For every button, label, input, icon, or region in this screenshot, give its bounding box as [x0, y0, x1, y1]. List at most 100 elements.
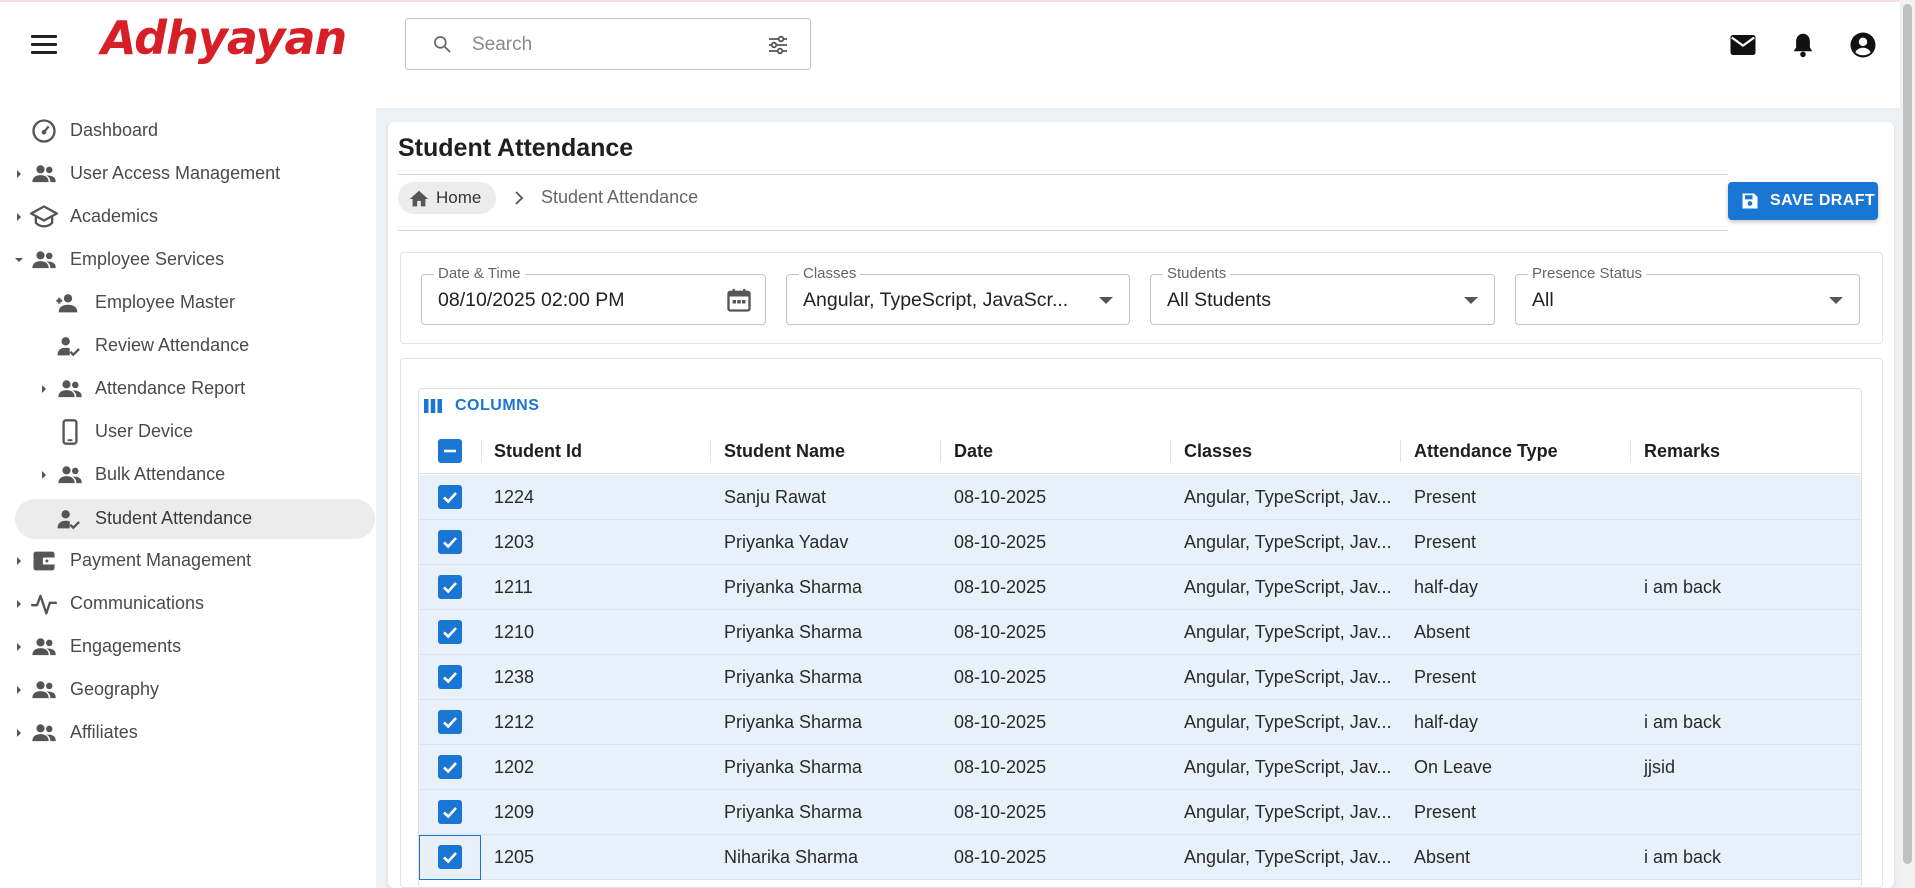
sidebar-item-attendance-report[interactable]: Attendance Report: [0, 369, 370, 409]
sidebar-item-bulk-attendance[interactable]: Bulk Attendance: [0, 455, 370, 495]
cell-classes: Angular, TypeScript, Jav...: [1184, 532, 1392, 552]
page-scrollbar[interactable]: [1900, 0, 1915, 888]
cell-student-id: 1203: [494, 532, 535, 552]
breadcrumb-current: Student Attendance: [541, 187, 699, 207]
sidebar-item-label: Communications: [70, 593, 205, 613]
cell-attendance-type: Present: [1414, 532, 1477, 552]
sidebar-item-review-attendance[interactable]: Review Attendance: [0, 326, 370, 366]
row-checkbox[interactable]: [438, 485, 462, 509]
presence-status-select[interactable]: Presence Status All: [1515, 265, 1860, 325]
header-attendance-type[interactable]: Attendance Type: [1414, 428, 1558, 474]
header-date[interactable]: Date: [954, 428, 993, 474]
column-separator[interactable]: [710, 440, 711, 462]
table-row[interactable]: 1211 Priyanka Sharma 08-10-2025 Angular, Ty…: [419, 565, 1861, 610]
people-icon: [32, 724, 56, 742]
datetime-field[interactable]: Date & Time 08/10/2025 02:00 PM: [421, 265, 766, 325]
sidebar-item-employee-master[interactable]: Employee Master: [0, 283, 370, 323]
save-draft-button[interactable]: SAVE DRAFT: [1728, 182, 1878, 220]
sidebar-item-geography[interactable]: Geography: [0, 670, 370, 710]
sidebar-item-affiliates[interactable]: Affiliates: [0, 713, 370, 753]
cell-student-name: Priyanka Sharma: [724, 577, 863, 597]
cell-student-name: Priyanka Sharma: [724, 667, 863, 687]
app-header: Adhyayan: [0, 2, 1915, 84]
column-separator[interactable]: [1400, 440, 1401, 462]
table-row[interactable]: 1209 Priyanka Sharma 08-10-2025 Angular, Ty…: [419, 790, 1861, 835]
people-icon: [58, 466, 82, 484]
classes-select[interactable]: Classes Angular, TypeScript, JavaScr...: [786, 265, 1130, 325]
column-separator: [481, 440, 482, 462]
header-remarks[interactable]: Remarks: [1644, 428, 1720, 474]
cell-student-name: Sanju Rawat: [724, 487, 827, 507]
account-icon[interactable]: [1848, 30, 1878, 60]
checkmark-icon: [443, 852, 457, 864]
header-student-id[interactable]: Student Id: [494, 428, 582, 474]
caret-down-icon: [15, 258, 23, 262]
search-input[interactable]: [472, 31, 752, 59]
sidebar-item-label: User Access Management: [70, 163, 281, 183]
cell-date: 08-10-2025: [954, 667, 1047, 687]
students-select[interactable]: Students All Students: [1150, 265, 1495, 325]
calendar-icon[interactable]: [725, 286, 753, 314]
cell-classes: Angular, TypeScript, Jav...: [1184, 487, 1392, 507]
sidebar-item-employee-services[interactable]: Employee Services: [0, 240, 370, 280]
presence-status-label: Presence Status: [1528, 265, 1647, 282]
sidebar-item-label: Student Attendance: [95, 508, 253, 528]
row-checkbox[interactable]: [438, 665, 462, 689]
breadcrumb-home[interactable]: Home: [398, 182, 496, 214]
person-add-icon: [56, 294, 78, 313]
filter-settings-icon[interactable]: [766, 33, 790, 57]
sidebar-item-communications[interactable]: Communications: [0, 584, 370, 624]
caret-right-icon: [17, 213, 21, 221]
row-checkbox[interactable]: [438, 845, 462, 869]
sidebar-item-payment-management[interactable]: Payment Management: [0, 541, 370, 581]
sidebar-item-label: Affiliates: [70, 722, 138, 742]
sidebar-item-label: Review Attendance: [95, 335, 250, 355]
column-separator[interactable]: [1630, 440, 1631, 462]
menu-icon[interactable]: [31, 35, 57, 55]
header-student-name[interactable]: Student Name: [724, 428, 845, 474]
search-icon: [434, 36, 451, 53]
app-logo[interactable]: Adhyayan: [101, 8, 347, 68]
row-checkbox[interactable]: [438, 575, 462, 599]
row-checkbox[interactable]: [438, 620, 462, 644]
column-separator[interactable]: [940, 440, 941, 462]
row-checkbox[interactable]: [438, 800, 462, 824]
table-row[interactable]: 1224 Sanju Rawat 08-10-2025 Angular, TypeSc…: [419, 475, 1861, 520]
row-checkbox[interactable]: [438, 710, 462, 734]
columns-button[interactable]: COLUMNS: [422, 396, 542, 418]
column-separator[interactable]: [1170, 440, 1171, 462]
cell-attendance-type: half-day: [1414, 577, 1479, 597]
header-classes[interactable]: Classes: [1184, 428, 1252, 474]
people-icon: [32, 681, 56, 699]
table-row[interactable]: 1238 Priyanka Sharma 08-10-2025 Angular, Ty…: [419, 655, 1861, 700]
row-checkbox[interactable]: [438, 755, 462, 779]
bell-icon[interactable]: [1788, 30, 1818, 60]
cell-student-id: 1211: [494, 577, 533, 597]
scrollbar-thumb[interactable]: [1903, 4, 1912, 864]
sidebar: Dashboard User Access Management Academi…: [0, 84, 376, 888]
sidebar-item-label: Employee Services: [70, 249, 225, 269]
sidebar-item-dashboard[interactable]: Dashboard: [0, 111, 370, 151]
cell-attendance-type: Absent: [1414, 622, 1471, 642]
table-row[interactable]: 1202 Priyanka Sharma 08-10-2025 Angular, Ty…: [419, 745, 1861, 790]
table-row[interactable]: 1212 Priyanka Sharma 08-10-2025 Angular, Ty…: [419, 700, 1861, 745]
sidebar-item-user-access-management[interactable]: User Access Management: [0, 154, 370, 194]
table-row[interactable]: 1205 Niharika Sharma 08-10-2025 Angular, Ty…: [419, 835, 1861, 880]
table-row[interactable]: 1203 Priyanka Yadav 08-10-2025 Angular, Typ…: [419, 520, 1861, 565]
home-icon: [409, 190, 429, 207]
sidebar-item-user-device[interactable]: User Device: [0, 412, 370, 452]
sidebar-item-engagements[interactable]: Engagements: [0, 627, 370, 667]
caret-right-icon: [17, 686, 21, 694]
caret-right-icon: [17, 600, 21, 608]
select-all-checkbox[interactable]: [438, 439, 462, 463]
table-row[interactable]: 1210 Priyanka Sharma 08-10-2025 Angular, Ty…: [419, 610, 1861, 655]
mail-icon[interactable]: [1728, 30, 1758, 60]
sidebar-item-label: Geography: [70, 679, 160, 699]
checkmark-icon: [443, 492, 457, 504]
checkmark-icon: [443, 627, 457, 639]
sidebar-item-academics[interactable]: Academics: [0, 197, 370, 237]
cell-attendance-type: On Leave: [1414, 757, 1493, 777]
row-checkbox[interactable]: [438, 530, 462, 554]
dropdown-arrow-icon: [1464, 297, 1478, 304]
sidebar-item-student-attendance[interactable]: Student Attendance: [15, 499, 375, 539]
